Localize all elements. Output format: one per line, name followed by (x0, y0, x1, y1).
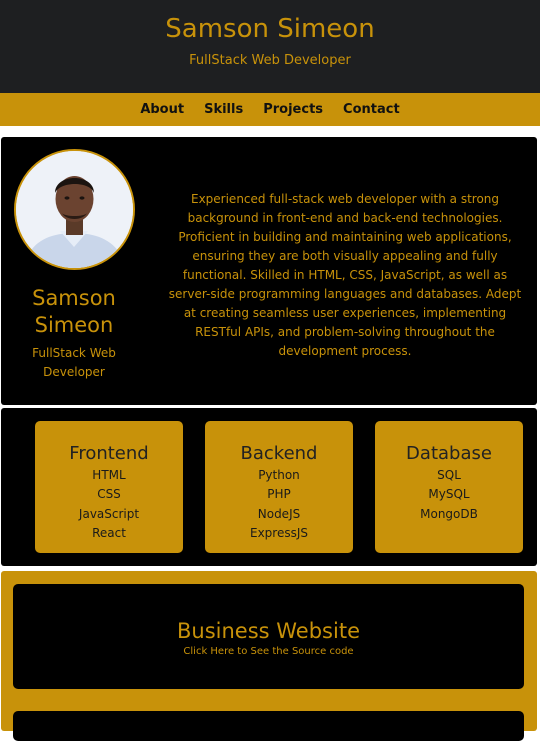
nav-contact[interactable]: Contact (343, 102, 400, 117)
site-subtitle: FullStack Web Developer (189, 53, 351, 68)
site-header: Samson Simeon FullStack Web Developer (0, 0, 540, 93)
skill-card-title: Backend (240, 443, 318, 464)
skill-card-backend: Backend Python PHP NodeJS ExpressJS (205, 421, 353, 553)
skill-list: HTML CSS JavaScript React (35, 466, 183, 543)
skill-item: JavaScript (78, 506, 140, 521)
main-nav: About Skills Projects Contact (0, 93, 540, 126)
skill-card-frontend: Frontend HTML CSS JavaScript React (35, 421, 183, 553)
skill-item: MongoDB (420, 506, 478, 521)
skill-card-database: Database SQL MySQL MongoDB (375, 421, 523, 553)
profile-name: Samson Simeon (32, 286, 116, 337)
project-title: Business Website (177, 619, 360, 643)
nav-about[interactable]: About (140, 102, 184, 117)
skill-item: Python (258, 468, 300, 482)
skills-section: Frontend HTML CSS JavaScript React Backe… (1, 408, 537, 566)
skill-item: MySQL (428, 487, 470, 502)
project-source-link[interactable]: Click Here to See the Source code (13, 646, 524, 657)
about-section: Samson Simeon FullStack Web Developer Ex… (1, 137, 537, 405)
avatar (14, 149, 135, 270)
skill-item: HTML (92, 468, 126, 482)
skill-card-title: Database (406, 443, 492, 464)
nav-skills[interactable]: Skills (204, 102, 243, 117)
skill-list: SQL MySQL MongoDB (375, 466, 523, 524)
skill-item: React (92, 525, 126, 540)
skill-item: ExpressJS (249, 525, 308, 540)
skill-item: CSS (97, 487, 121, 502)
site-title: Samson Simeon (165, 14, 375, 44)
profile-photo (16, 151, 133, 268)
skill-card-title: Frontend (69, 443, 149, 464)
projects-section: Business Website Click Here to See the S… (1, 571, 537, 741)
skill-item: SQL (437, 468, 461, 482)
project-card (13, 711, 524, 741)
project-card: Business Website Click Here to See the S… (13, 584, 524, 689)
nav-projects[interactable]: Projects (263, 102, 323, 117)
skill-item: NodeJS (257, 506, 301, 521)
profile-role: FullStack Web Developer (32, 346, 116, 379)
skill-list: Python PHP NodeJS ExpressJS (205, 466, 353, 543)
skill-item: PHP (267, 487, 291, 502)
profile-bio: Experienced full-stack web developer wit… (168, 192, 522, 358)
